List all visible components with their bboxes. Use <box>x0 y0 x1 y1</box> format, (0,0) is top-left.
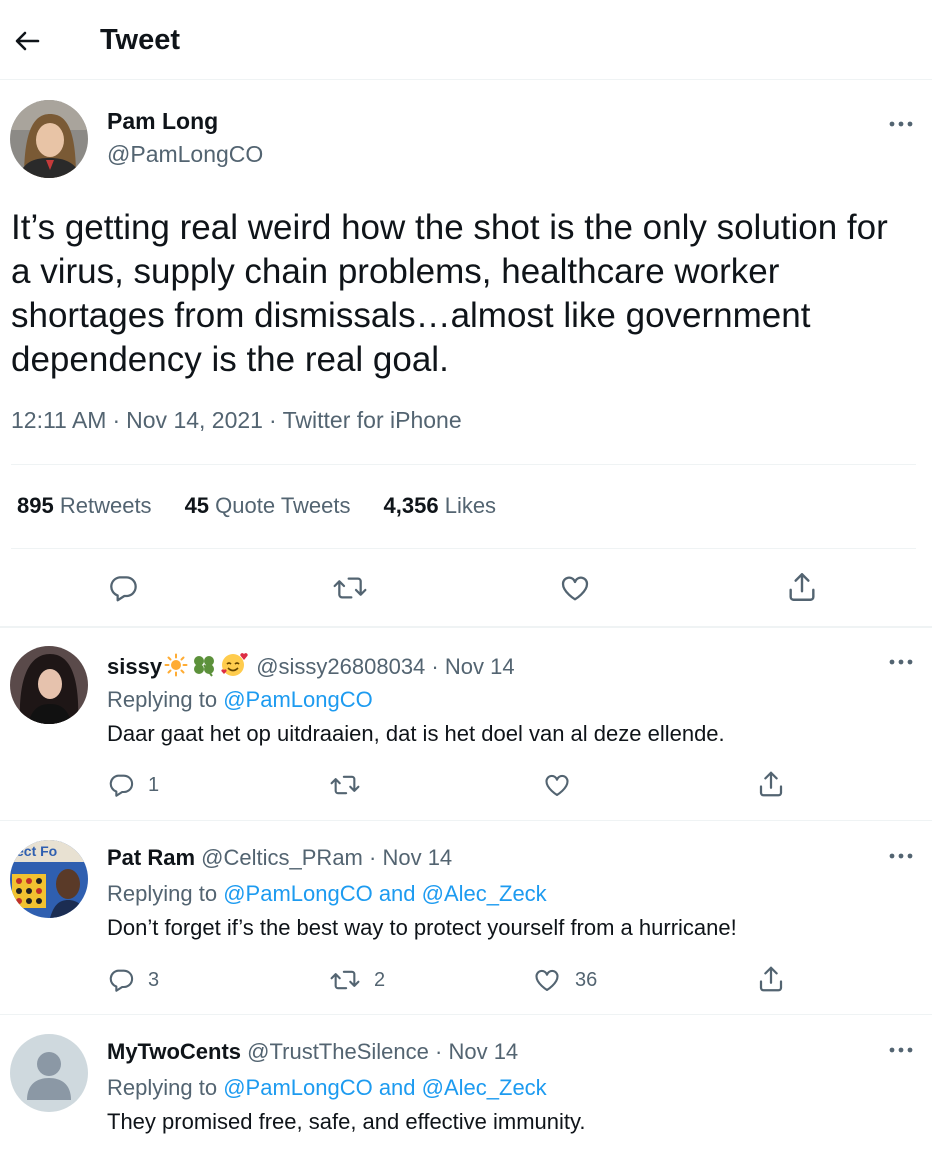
clover-emoji-icon <box>194 656 215 677</box>
replying-to: Replying to @PamLongCO and @Alec_Zeck <box>107 881 547 906</box>
separator: · <box>369 845 377 870</box>
retweet-button[interactable] <box>329 771 374 799</box>
reply-date[interactable]: Nov 14 <box>382 845 452 870</box>
reply-author-name[interactable]: sissy <box>107 654 162 679</box>
reply-text: They promised free, safe, and effective … <box>107 1109 586 1134</box>
reply-header: Pat Ram @Celtics_PRam · Nov 14 <box>107 845 452 871</box>
separator: · <box>268 407 277 433</box>
heart-icon <box>561 576 589 601</box>
quote-tweets-stat[interactable]: 45 Quote Tweets <box>185 493 351 519</box>
author-handle[interactable]: @PamLongCO <box>107 141 263 168</box>
smiling-hearts-emoji-icon <box>221 653 248 676</box>
separator: · <box>431 654 439 679</box>
reply-icon <box>109 774 134 797</box>
avatar[interactable] <box>10 1034 88 1112</box>
divider <box>11 548 916 549</box>
more-button[interactable] <box>886 1040 916 1060</box>
svg-text:ect Fo: ect Fo <box>16 843 57 859</box>
like-button[interactable]: 36 <box>532 966 597 994</box>
likes-stat[interactable]: 4,356 Likes <box>384 493 497 519</box>
reply-text: Daar gaat het op uitdraaien, dat is het … <box>107 721 725 746</box>
replying-to-link[interactable]: @PamLongCO and @Alec_Zeck <box>223 1075 546 1100</box>
reply-icon <box>110 576 137 602</box>
more-button[interactable] <box>886 846 916 866</box>
divider <box>0 626 932 628</box>
tweet-stats: 895 Retweets 45 Quote Tweets 4,356 Likes <box>17 493 496 519</box>
reply-author-name[interactable]: MyTwoCents <box>107 1039 241 1064</box>
retweets-stat[interactable]: 895 Retweets <box>17 493 152 519</box>
reply-handle[interactable]: @Celtics_PRam <box>201 845 363 870</box>
like-button[interactable] <box>558 572 592 604</box>
share-button[interactable] <box>756 769 786 799</box>
tweet-source[interactable]: Twitter for iPhone <box>283 407 462 433</box>
back-button[interactable] <box>12 26 42 56</box>
divider <box>11 464 916 465</box>
top-bar: Tweet <box>0 0 932 80</box>
retweet-icon <box>330 775 360 795</box>
separator: · <box>112 407 121 433</box>
more-button[interactable] <box>886 652 916 672</box>
avatar[interactable] <box>10 646 88 724</box>
replying-to-link[interactable]: @PamLongCO <box>223 687 373 712</box>
divider <box>0 1014 932 1015</box>
reply-handle[interactable]: @sissy26808034 <box>256 654 425 679</box>
retweet-count: 2 <box>374 968 386 991</box>
like-button[interactable] <box>542 771 585 799</box>
more-dots-icon <box>889 659 913 665</box>
replying-to: Replying to @PamLongCO and @Alec_Zeck <box>107 1075 547 1100</box>
share-button[interactable] <box>785 570 819 604</box>
tweet-text: It’s getting real weird how the shot is … <box>11 208 888 379</box>
divider <box>0 820 932 821</box>
retweet-icon <box>333 577 367 599</box>
reply-button[interactable]: 1 <box>107 771 159 799</box>
separator: · <box>435 1039 443 1064</box>
share-icon <box>759 771 783 797</box>
reply-icon <box>109 969 134 992</box>
more-dots-icon <box>889 1047 913 1053</box>
reply-header: MyTwoCents @TrustTheSilence · Nov 14 <box>107 1039 518 1065</box>
replying-to-link[interactable]: @PamLongCO and @Alec_Zeck <box>223 881 546 906</box>
avatar[interactable] <box>10 100 88 178</box>
arrow-left-icon <box>15 31 40 51</box>
reply-text: Don’t forget if’s the best way to protec… <box>107 915 737 940</box>
replying-to: Replying to @PamLongCO <box>107 687 373 712</box>
more-button[interactable] <box>886 114 916 134</box>
reply-header: sissy @sissy26808034 · Nov 14 <box>107 651 515 680</box>
avatar[interactable]: ect Fo <box>10 840 88 918</box>
reply-button[interactable] <box>107 572 139 604</box>
tweet-date[interactable]: Nov 14, 2021 <box>126 407 263 433</box>
like-count: 36 <box>575 968 598 991</box>
share-button[interactable] <box>756 964 786 994</box>
reply-handle[interactable]: @TrustTheSilence <box>247 1039 429 1064</box>
heart-icon <box>535 969 559 991</box>
retweet-button[interactable] <box>332 572 368 604</box>
tweet-time[interactable]: 12:11 AM <box>11 407 106 433</box>
share-icon <box>759 966 783 992</box>
reply-author-name[interactable]: Pat Ram <box>107 845 195 870</box>
reply-count: 1 <box>148 773 160 796</box>
reply-count: 3 <box>148 968 160 991</box>
reply-button[interactable]: 3 <box>107 966 159 994</box>
more-dots-icon <box>889 121 913 127</box>
retweet-button[interactable]: 2 <box>329 966 385 994</box>
page-title: Tweet <box>100 24 181 56</box>
more-dots-icon <box>889 853 913 859</box>
heart-icon <box>545 774 569 796</box>
author-name[interactable]: Pam Long <box>107 108 218 135</box>
share-icon <box>789 573 815 601</box>
sun-emoji-icon <box>164 653 188 677</box>
reply-date[interactable]: Nov 14 <box>448 1039 518 1064</box>
tweet-meta: 12:11 AM · Nov 14, 2021 · Twitter for iPhone <box>11 407 462 434</box>
reply-date[interactable]: Nov 14 <box>445 654 515 679</box>
retweet-icon <box>330 970 360 990</box>
